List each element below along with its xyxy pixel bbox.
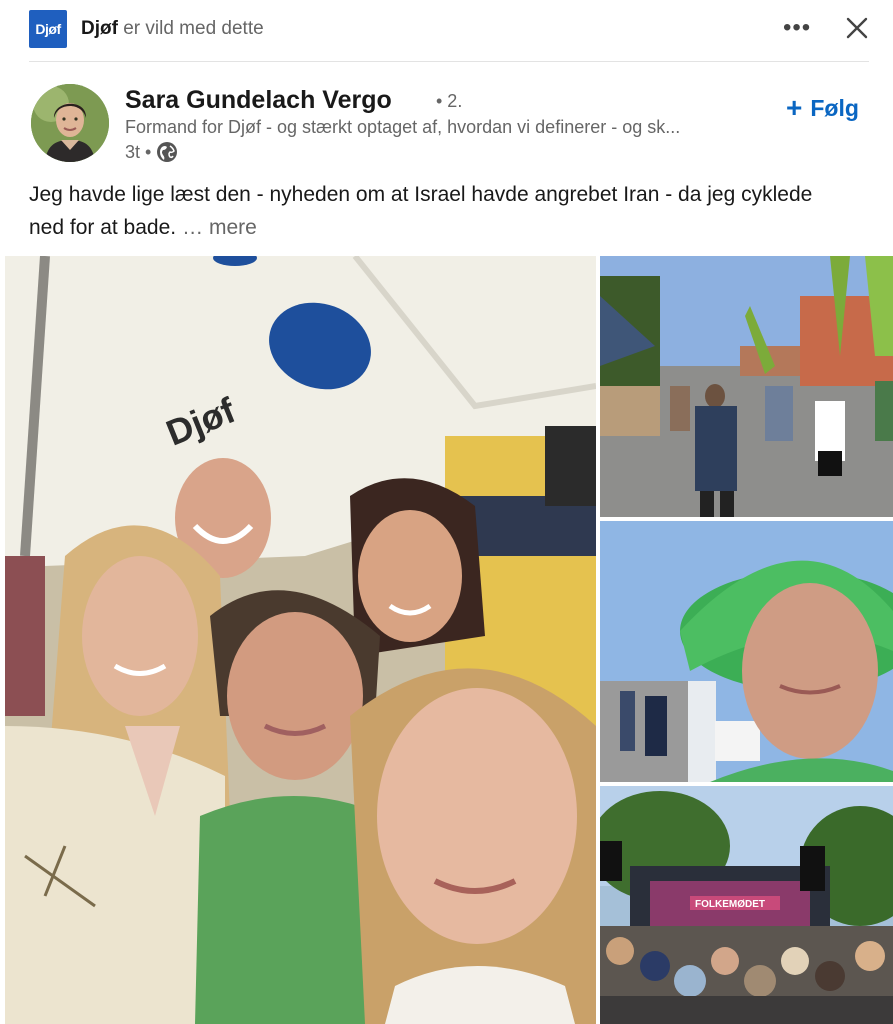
post-image-main[interactable]: Djøf <box>5 256 596 1024</box>
feed-post-card: Djøf Djøf er vild med dette ••• Sara Gun… <box>0 0 893 1024</box>
close-icon[interactable] <box>845 13 869 43</box>
post-body: Jeg havde lige læst den - nyheden om at … <box>29 178 849 244</box>
author-headline[interactable]: Formand for Djøf - og stærkt optaget af,… <box>125 117 765 138</box>
post-image-street[interactable] <box>600 256 893 517</box>
activity-text: Djøf er vild med dette <box>81 18 264 40</box>
djof-logo[interactable]: Djøf <box>29 10 67 48</box>
activity-org-name[interactable]: Djøf <box>81 18 118 39</box>
stage-banner-text: FOLKEMØDET <box>695 899 765 910</box>
activity-action: er vild med dette <box>123 18 264 39</box>
post-meta: 3t • <box>125 141 178 163</box>
author-name[interactable]: Sara Gundelach Vergo <box>125 86 392 115</box>
globe-icon <box>157 142 178 162</box>
author-avatar[interactable] <box>31 84 109 162</box>
follow-label: Følg <box>810 94 859 121</box>
plus-icon: + <box>786 92 803 123</box>
post-text: Jeg havde lige læst den - nyheden om at … <box>29 183 813 239</box>
header-divider <box>29 61 869 62</box>
see-more-link[interactable]: … mere <box>182 216 257 239</box>
post-time: 3t • <box>125 141 152 162</box>
connection-degree: • 2. <box>436 91 463 111</box>
follow-button[interactable]: + Følg <box>786 94 859 122</box>
more-icon[interactable]: ••• <box>783 14 811 42</box>
activity-header: Djøf Djøf er vild med dette ••• <box>0 0 893 60</box>
post-image-stage[interactable]: FOLKEMØDET <box>600 786 893 1024</box>
post-image-green-hat[interactable] <box>600 521 893 782</box>
